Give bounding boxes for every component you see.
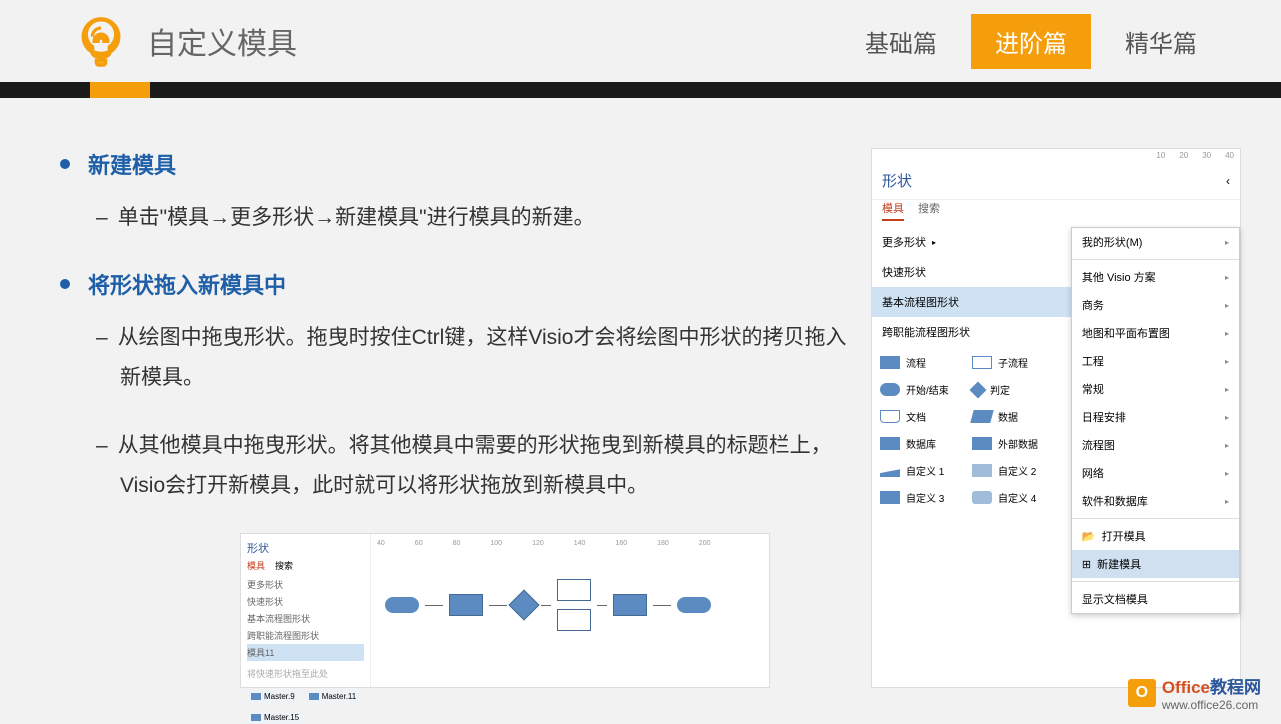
shape-custom2[interactable]: 自定义 2 (972, 463, 1060, 478)
menu-item[interactable]: 地图和平面布置图 (1072, 319, 1239, 347)
tab-basic[interactable]: 基础篇 (841, 14, 961, 69)
page-title: 自定义模具 (147, 19, 841, 63)
shape-document[interactable]: 文档 (880, 409, 968, 424)
menu-item[interactable]: 工程 (1072, 347, 1239, 375)
shape-custom4[interactable]: 自定义 4 (972, 490, 1060, 505)
panel-tab-stencil[interactable]: 模具 (882, 200, 904, 221)
nav-tabs: 基础篇 进阶篇 精华篇 (841, 14, 1221, 69)
shape-database[interactable]: 数据库 (880, 436, 968, 451)
bulb-icon (75, 15, 127, 67)
chevron-left-icon[interactable]: ‹ (1226, 174, 1230, 188)
logo-icon: O (1128, 679, 1156, 707)
watermark: O Office教程网 www.office26.com (1128, 673, 1261, 712)
context-menu: 我的形状(M) 其他 Visio 方案 商务 地图和平面布置图 工程 常规 日程… (1071, 227, 1240, 614)
shape-custom3[interactable]: 自定义 3 (880, 490, 968, 505)
list-item[interactable]: 跨职能流程图形状 (872, 317, 1071, 347)
menu-item[interactable]: 流程图 (1072, 431, 1239, 459)
shape-external[interactable]: 外部数据 (972, 436, 1060, 451)
menu-item[interactable]: 常规 (1072, 375, 1239, 403)
list-item[interactable]: 基本流程图形状 (872, 287, 1071, 317)
menu-new-stencil[interactable]: ⊞新建模具 (1072, 550, 1239, 578)
panel-title: 形状 (882, 170, 912, 191)
screenshot-lower: 形状 模具搜索 更多形状 快速形状 基本流程图形状 跨职能流程图形状 模具11 … (240, 533, 770, 688)
body-text: –从其他模具中拖曳形状。将其他模具中需要的形状拖曳到新模具的标题栏上，Visio… (120, 426, 851, 506)
shape-process[interactable]: 流程 (880, 355, 968, 370)
accent-bar (90, 82, 150, 98)
menu-item[interactable]: 日程安排 (1072, 403, 1239, 431)
menu-my-shapes[interactable]: 我的形状(M) (1072, 228, 1239, 256)
shape-start-end[interactable]: 开始/结束 (880, 382, 968, 397)
panel-tab-search[interactable]: 搜索 (918, 200, 940, 221)
shapes-panel-screenshot: 10203040 形状 ‹ 模具 搜索 更多形状 快速形状 基本流程图形状 跨职… (871, 148, 1241, 688)
divider-bar (0, 82, 1281, 98)
section-title-2: 将形状拖入新模具中 (60, 268, 851, 300)
body-text: –从绘图中拖曳形状。拖曳时按住Ctrl键，这样Visio才会将绘图中形状的拷贝拖… (120, 318, 851, 398)
shape-subprocess[interactable]: 子流程 (972, 355, 1060, 370)
list-more-shapes[interactable]: 更多形状 (872, 227, 1071, 257)
main-text-column: 新建模具 –单击"模具→更多形状→新建模具"进行模具的新建。 将形状拖入新模具中… (60, 148, 851, 688)
shape-data[interactable]: 数据 (972, 409, 1060, 424)
menu-item[interactable]: 软件和数据库 (1072, 487, 1239, 515)
list-item[interactable]: 快速形状 (872, 257, 1071, 287)
menu-item[interactable]: 网络 (1072, 459, 1239, 487)
menu-item[interactable]: 其他 Visio 方案 (1072, 263, 1239, 291)
tab-advanced[interactable]: 进阶篇 (971, 14, 1091, 69)
shape-decision[interactable]: 判定 (972, 382, 1060, 397)
menu-show-doc-stencil[interactable]: 显示文档模具 (1072, 585, 1239, 613)
menu-item[interactable]: 商务 (1072, 291, 1239, 319)
menu-open-stencil[interactable]: 📂打开模具 (1072, 522, 1239, 550)
body-text: –单击"模具→更多形状→新建模具"进行模具的新建。 (120, 198, 851, 238)
shape-custom1[interactable]: 自定义 1 (880, 463, 968, 478)
section-title-1: 新建模具 (60, 148, 851, 180)
tab-essence[interactable]: 精华篇 (1101, 14, 1221, 69)
